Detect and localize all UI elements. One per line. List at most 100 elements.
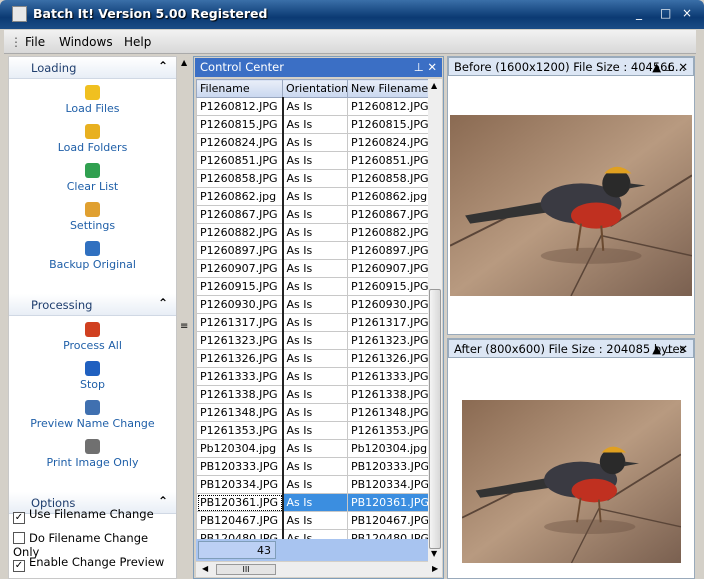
task-preview-name-change[interactable]: Preview Name Change (9, 400, 176, 430)
cell: P1260930.JPG (196, 295, 284, 314)
table-row[interactable]: P1261348.JPG As Is P1261348.JPG (196, 403, 429, 422)
table-row[interactable]: P1260858.JPG As Is P1260858.JPG (196, 169, 429, 188)
cell: P1261323.JPG (347, 331, 429, 350)
cell: P1260815.JPG (196, 115, 284, 134)
cell: P1261338.JPG (196, 385, 284, 404)
table-row[interactable]: P1260815.JPG As Is P1260815.JPG (196, 115, 429, 134)
table-row[interactable]: P1261338.JPG As Is P1261338.JPG (196, 385, 429, 404)
before-title: Before (1600x1200) File Size : 404566...… (448, 57, 694, 76)
before-image (450, 115, 692, 296)
cell: As Is (282, 313, 348, 332)
cell: P1260862.jpg (347, 187, 429, 206)
table-row[interactable]: P1260862.jpg As Is P1260862.jpg (196, 187, 429, 206)
column-header-filename[interactable]: Filename (196, 79, 283, 98)
cell: P1261326.JPG (347, 349, 429, 368)
cell: As Is (282, 421, 348, 440)
clear-list-icon (85, 163, 100, 178)
cell: As Is (282, 439, 348, 458)
table-row[interactable]: P1260915.JPG As Is P1260915.JPG (196, 277, 429, 296)
column-header-orientation[interactable]: Orientation (282, 79, 348, 98)
table-footer: 43 (196, 539, 428, 561)
minimize-button[interactable]: _ (636, 6, 642, 20)
bird-photo (450, 115, 692, 296)
collapse-icon[interactable]: ⌃ (158, 59, 168, 73)
cell: As Is (282, 457, 348, 476)
cell: P1260930.JPG (347, 295, 429, 314)
task-clear-list[interactable]: Clear List (9, 163, 176, 193)
table-row[interactable]: P1260812.JPG As Is P1260812.JPG (196, 97, 429, 116)
table-row[interactable]: P1260851.JPG As Is P1260851.JPG (196, 151, 429, 170)
cell: P1260812.JPG (347, 97, 429, 116)
cell: P1260812.JPG (196, 97, 284, 116)
process-icon (85, 322, 100, 337)
panel-controls[interactable]: ▲ ⊥ ✕ (652, 342, 688, 356)
maximize-button[interactable]: □ (660, 6, 671, 20)
menu-help[interactable]: Help (124, 35, 151, 49)
task-process-all[interactable]: Process All (9, 322, 176, 352)
cell: P1260851.JPG (347, 151, 429, 170)
section-processing[interactable]: Processing ⌃ (9, 294, 176, 316)
task-label: Print Image Only (46, 456, 139, 469)
column-header-new-filename[interactable]: New Filename (347, 79, 429, 98)
table-row[interactable]: P1261326.JPG As Is P1261326.JPG (196, 349, 429, 368)
cell: P1261317.JPG (347, 313, 429, 332)
collapse-icon[interactable]: ⌃ (158, 296, 168, 310)
cell: As Is (282, 403, 348, 422)
cell: As Is (282, 277, 348, 296)
checkbox[interactable]: ✓ (13, 560, 25, 572)
table-row[interactable]: P1261353.JPG As Is P1261353.JPG (196, 421, 429, 440)
table-row[interactable]: Pb120304.jpg As Is Pb120304.jpg (196, 439, 429, 458)
task-load-files[interactable]: Load Files (9, 85, 176, 115)
scroll-thumb[interactable] (429, 289, 441, 549)
checkbox[interactable]: ✓ (13, 512, 25, 524)
table-row[interactable]: P1261333.JPG As Is P1261333.JPG (196, 367, 429, 386)
close-button[interactable]: × (682, 6, 692, 20)
cell: P1261323.JPG (196, 331, 284, 350)
menu-windows[interactable]: Windows (59, 35, 113, 49)
section-loading[interactable]: Loading ⌃ (9, 57, 176, 79)
option-checkbox[interactable]: ✓ Enable Change Preview (13, 555, 164, 572)
vertical-scrollbar[interactable]: ▲ ▼ (428, 79, 442, 563)
splitter[interactable]: ▲ ≡ (177, 56, 193, 579)
menu-file[interactable]: File (25, 35, 45, 49)
after-panel: After (800x600) File Size : 204085 bytes… (447, 338, 695, 579)
task-settings[interactable]: Settings (9, 202, 176, 232)
pin-close-icons[interactable]: ⊥ ✕ (414, 60, 437, 74)
table-row[interactable]: P1260867.JPG As Is P1260867.JPG (196, 205, 429, 224)
cell: P1260824.JPG (347, 133, 429, 152)
collapse-icon[interactable]: ⌃ (158, 494, 168, 508)
table-row[interactable]: P1260882.JPG As Is P1260882.JPG (196, 223, 429, 242)
task-backup-original[interactable]: Backup Original (9, 241, 176, 271)
before-title-text: Before (1600x1200) File Size : 404566... (454, 60, 686, 74)
after-title-text: After (800x600) File Size : 204085 bytes (454, 342, 686, 356)
cell: As Is (282, 331, 348, 350)
hscroll-thumb[interactable]: III (216, 564, 276, 575)
table-row[interactable]: P1260824.JPG As Is P1260824.JPG (196, 133, 429, 152)
checkbox[interactable] (13, 532, 25, 544)
cell: Pb120304.jpg (196, 439, 284, 458)
table-row[interactable]: PB120467.JPG As Is PB120467.JPG (196, 511, 429, 530)
file-table: Filename Orientation New Filename P12608… (196, 79, 429, 548)
control-center-panel: Control Center ⊥ ✕ Filename Orientation … (193, 56, 444, 579)
table-row[interactable]: P1260907.JPG As Is P1260907.JPG (196, 259, 429, 278)
table-row[interactable]: PB120361.JPG As Is PB120361.JPG (196, 493, 429, 512)
task-load-folders[interactable]: Load Folders (9, 124, 176, 154)
table-row[interactable]: PB120334.JPG As Is PB120334.JPG (196, 475, 429, 494)
table-row[interactable]: P1261317.JPG As Is P1261317.JPG (196, 313, 429, 332)
cell: P1260858.JPG (196, 169, 284, 188)
horizontal-scrollbar[interactable]: ◀ III ▶ (196, 562, 442, 577)
cell: Pb120304.jpg (347, 439, 429, 458)
cell: PB120361.JPG (196, 493, 284, 512)
task-print-image-only[interactable]: Print Image Only (9, 439, 176, 469)
cell: P1261353.JPG (347, 421, 429, 440)
panel-controls[interactable]: ▲ ⊥ ✕ (652, 60, 688, 74)
task-label: Preview Name Change (30, 417, 155, 430)
table-row[interactable]: P1260930.JPG As Is P1260930.JPG (196, 295, 429, 314)
task-stop[interactable]: Stop (9, 361, 176, 391)
table-row[interactable]: P1260897.JPG As Is P1260897.JPG (196, 241, 429, 260)
table-row[interactable]: PB120333.JPG As Is PB120333.JPG (196, 457, 429, 476)
option-checkbox[interactable]: ✓ Use Filename Change (13, 507, 154, 524)
cell: PB120333.JPG (347, 457, 429, 476)
cell: P1261348.JPG (347, 403, 429, 422)
table-row[interactable]: P1261323.JPG As Is P1261323.JPG (196, 331, 429, 350)
